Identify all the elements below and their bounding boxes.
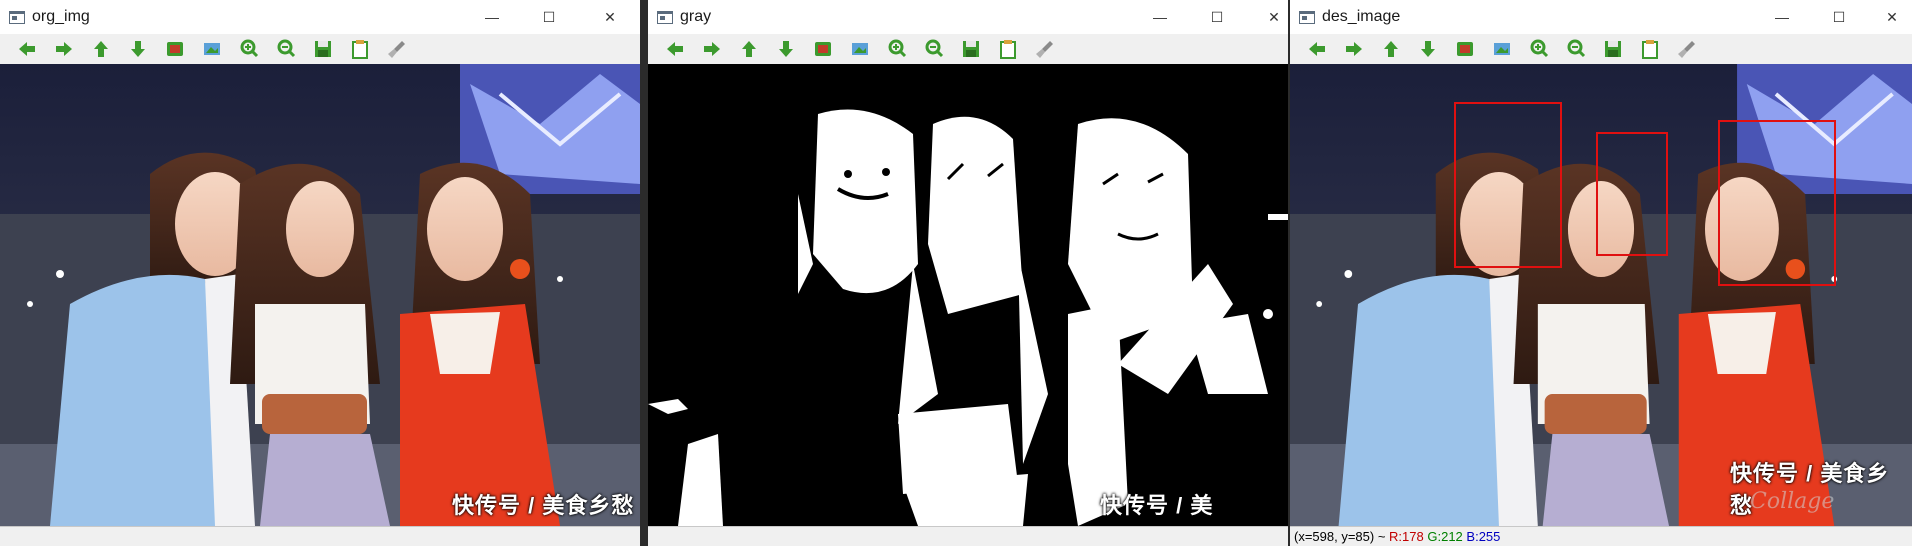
image-icon[interactable] — [156, 34, 193, 64]
arrow-right-icon[interactable] — [1335, 34, 1372, 64]
arrow-up-icon[interactable] — [82, 34, 119, 64]
properties-icon[interactable] — [989, 34, 1026, 64]
zoom-in-icon[interactable] — [1520, 34, 1557, 64]
image-caption: 快传号 / 美 — [1100, 493, 1214, 518]
status-bar — [648, 526, 1288, 546]
zoom-fit-icon[interactable] — [193, 34, 230, 64]
toolbar — [648, 34, 1288, 64]
image-caption: 快传号 / 美食乡愁 — [452, 493, 635, 518]
close-button[interactable]: ✕ — [1874, 0, 1910, 34]
properties-icon[interactable] — [1631, 34, 1668, 64]
save-icon[interactable] — [1594, 34, 1631, 64]
zoom-in-icon[interactable] — [230, 34, 267, 64]
face-box — [1596, 132, 1668, 256]
arrow-up-icon[interactable] — [730, 34, 767, 64]
cursor-coordinates: (x=598, y=85) ~ — [1294, 529, 1390, 544]
arrow-down-icon[interactable] — [767, 34, 804, 64]
clear-icon[interactable] — [378, 34, 415, 64]
arrow-left-icon[interactable] — [656, 34, 693, 64]
minimize-button[interactable]: — — [474, 0, 510, 34]
watermark-text: Collage — [1750, 489, 1835, 514]
arrow-down-icon[interactable] — [1409, 34, 1446, 64]
close-button[interactable]: ✕ — [592, 0, 628, 34]
title-bar[interactable]: des_image — ☐ ✕ — [1290, 0, 1912, 34]
pixel-r-value: R:178 — [1389, 529, 1424, 544]
window-title: gray — [680, 8, 712, 25]
zoom-in-icon[interactable] — [878, 34, 915, 64]
image-view[interactable]: 快传号 / 美 — [648, 64, 1288, 526]
save-icon[interactable] — [304, 34, 341, 64]
window-org-img: org_img — ☐ ✕ 快传号 / 美食乡愁 — [0, 0, 640, 546]
window-gray: gray — ☐ ✕ 快传号 / 美 — [648, 0, 1288, 546]
window-des-image: des_image — ☐ ✕ 快传号 / 美食乡愁 Collage (x=59… — [1290, 0, 1912, 546]
toolbar — [0, 34, 640, 64]
arrow-left-icon[interactable] — [1298, 34, 1335, 64]
zoom-fit-icon[interactable] — [1483, 34, 1520, 64]
maximize-button[interactable]: ☐ — [531, 0, 567, 34]
arrow-left-icon[interactable] — [8, 34, 45, 64]
zoom-out-icon[interactable] — [1557, 34, 1594, 64]
binary-image — [648, 64, 1288, 526]
photo-image — [0, 64, 640, 526]
face-box — [1454, 102, 1562, 268]
window-app-icon — [1299, 10, 1315, 24]
title-bar[interactable]: gray — ☐ ✕ — [648, 0, 1288, 34]
image-icon[interactable] — [1446, 34, 1483, 64]
maximize-button[interactable]: ☐ — [1821, 0, 1857, 34]
window-title: des_image — [1322, 8, 1401, 25]
zoom-out-icon[interactable] — [267, 34, 304, 64]
arrow-up-icon[interactable] — [1372, 34, 1409, 64]
clear-icon[interactable] — [1026, 34, 1063, 64]
window-app-icon — [657, 10, 673, 24]
toolbar — [1290, 34, 1912, 64]
title-bar[interactable]: org_img — ☐ ✕ — [0, 0, 640, 34]
properties-icon[interactable] — [341, 34, 378, 64]
window-title: org_img — [32, 8, 90, 25]
face-box — [1718, 120, 1836, 286]
clear-icon[interactable] — [1668, 34, 1705, 64]
image-icon[interactable] — [804, 34, 841, 64]
maximize-button[interactable]: ☐ — [1199, 0, 1235, 34]
image-view[interactable]: 快传号 / 美食乡愁 Collage — [1290, 64, 1912, 526]
minimize-button[interactable]: — — [1764, 0, 1800, 34]
image-view[interactable]: 快传号 / 美食乡愁 — [0, 64, 640, 526]
minimize-button[interactable]: — — [1142, 0, 1178, 34]
window-app-icon — [9, 10, 25, 24]
status-bar: (x=598, y=85) ~ R:178 G:212 B:255 — [1290, 526, 1912, 546]
zoom-out-icon[interactable] — [915, 34, 952, 64]
save-icon[interactable] — [952, 34, 989, 64]
zoom-fit-icon[interactable] — [841, 34, 878, 64]
arrow-down-icon[interactable] — [119, 34, 156, 64]
arrow-right-icon[interactable] — [45, 34, 82, 64]
pixel-b-value: B:255 — [1466, 529, 1501, 544]
pixel-g-value: G:212 — [1427, 529, 1463, 544]
close-button[interactable]: ✕ — [1256, 0, 1288, 34]
status-bar — [0, 526, 640, 546]
arrow-right-icon[interactable] — [693, 34, 730, 64]
